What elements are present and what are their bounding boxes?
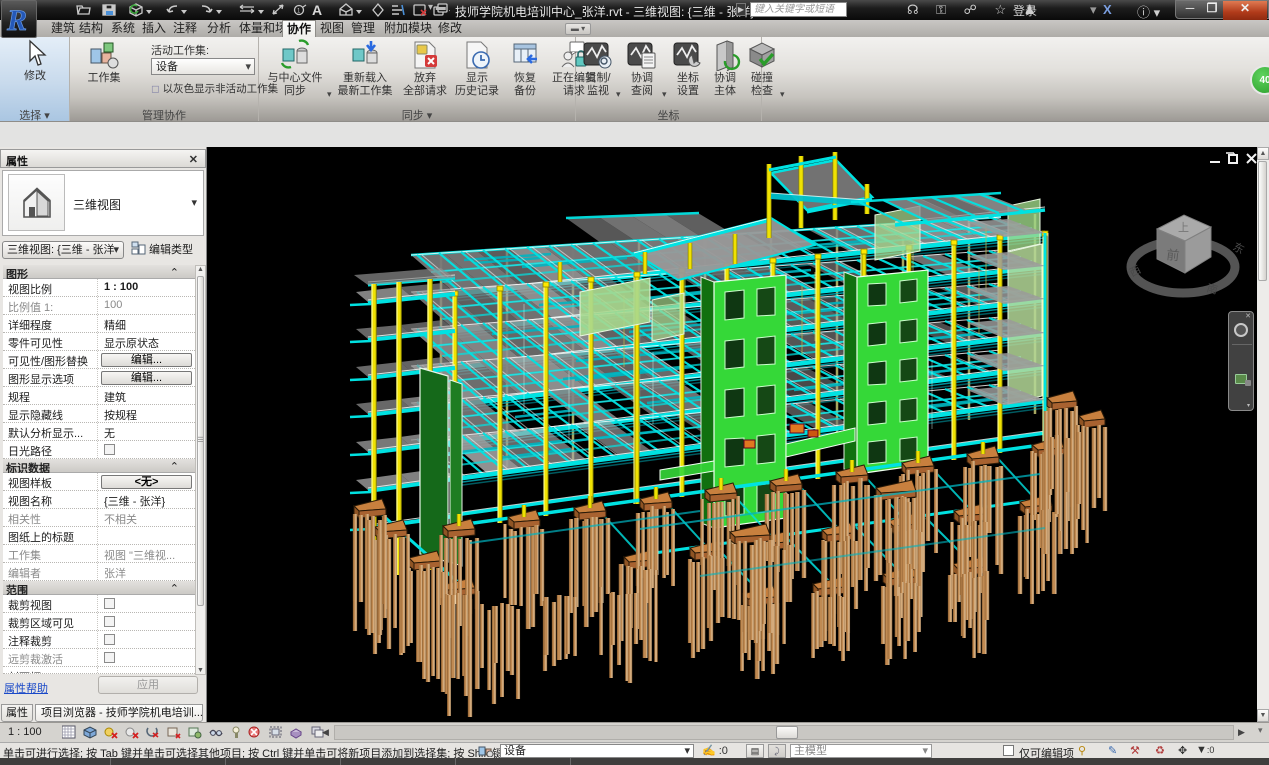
svg-text:A: A [312,2,322,18]
svg-text:上: 上 [1178,221,1189,234]
svg-text:前: 前 [1166,247,1181,263]
svg-text:R: R [6,4,27,37]
